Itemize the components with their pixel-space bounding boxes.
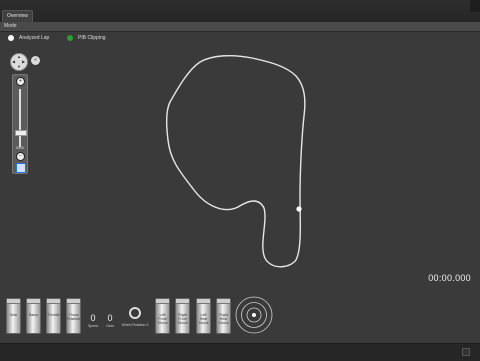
analyzed-lap-dot-icon (8, 35, 14, 41)
gauge-cap (7, 299, 20, 304)
gauge-cap (156, 299, 169, 304)
right-rear-shock-gauge: Right Rear Shock (216, 298, 231, 334)
gauge-cap (27, 299, 40, 304)
legend-label: Analyzed Lap (19, 35, 50, 41)
tab-bar: Overview (0, 0, 480, 23)
g-force-meter (235, 296, 273, 334)
lap-timer: 00:00.000 (428, 273, 471, 283)
pan-down-icon[interactable]: ▼ (17, 65, 21, 69)
gauge-label: Left Rear Shock (198, 313, 209, 325)
footer-bar (0, 343, 480, 361)
ramp-gauge: Ramp (26, 298, 41, 334)
g-force-dot (252, 313, 256, 317)
gauge-cap (197, 299, 210, 304)
resize-grip-icon[interactable] (462, 348, 470, 356)
legend-label: PIB Clipping (78, 35, 106, 41)
pib-clipping-dot-icon (67, 35, 73, 41)
pan-control[interactable]: ▲ ▼ ◀ ▶ (10, 53, 28, 71)
gauge-cap (67, 299, 80, 304)
left-rear-shock-gauge: Left Rear Shock (196, 298, 211, 334)
gauge-cap (176, 299, 189, 304)
gauge-label: Right Rear Shock (218, 313, 229, 325)
mode-section-header[interactable]: Mode (0, 22, 480, 32)
throttle-gauge: Throttle (46, 298, 61, 334)
zoom-out-icon[interactable]: − (16, 152, 25, 161)
telemetry-panel: Gear Ramp Throttle Throw Position 0 Spee… (0, 293, 480, 340)
right-front-shock-gauge: Right Front Shock (175, 298, 190, 334)
wheel-rotation-label: Wheel Rotation 0 (121, 323, 149, 327)
zoom-level: 24% (15, 145, 24, 150)
speed-label: Speed (87, 324, 99, 328)
steering-wheel-icon (129, 307, 141, 319)
section-title: Mode (4, 23, 17, 29)
tab-overview[interactable]: Overview (2, 10, 33, 22)
legend-analyzed-lap[interactable]: Analyzed Lap (8, 34, 49, 42)
pan-left-icon[interactable]: ◀ (12, 60, 15, 64)
zoom-thumb[interactable] (15, 130, 27, 136)
rewind-icon[interactable]: « (31, 56, 40, 65)
gauge-label: Right Front Shock (177, 313, 188, 325)
zoom-track[interactable] (19, 89, 21, 147)
gear-value: 0 (107, 313, 113, 323)
window-corner (470, 0, 480, 12)
gauge-label: Gear (9, 313, 18, 317)
pan-up-icon[interactable]: ▲ (17, 55, 21, 59)
throw-position-gauge: Throw Position (66, 298, 81, 334)
speed-value: 0 (90, 313, 96, 323)
gear-label: Gear (106, 324, 114, 328)
car-position-marker (296, 206, 302, 212)
gauge-label: Throw Position (67, 313, 80, 321)
track-outline (165, 54, 306, 268)
left-front-shock-gauge: Left Front Shock (155, 298, 170, 334)
gauge-label: Throttle (47, 313, 60, 317)
zoom-slider[interactable]: + 24% − (12, 74, 28, 174)
zoom-in-icon[interactable]: + (16, 77, 25, 86)
gauge-cap (217, 299, 230, 304)
pan-right-icon[interactable]: ▶ (22, 60, 25, 64)
gauge-label: Left Front Shock (157, 313, 168, 325)
legend-pib-clipping[interactable]: PIB Clipping (67, 34, 106, 42)
gauge-cap (47, 299, 60, 304)
grid-toggle-icon[interactable] (16, 163, 26, 173)
gear-gauge: Gear (6, 298, 21, 334)
gauge-label: Ramp (28, 313, 39, 317)
